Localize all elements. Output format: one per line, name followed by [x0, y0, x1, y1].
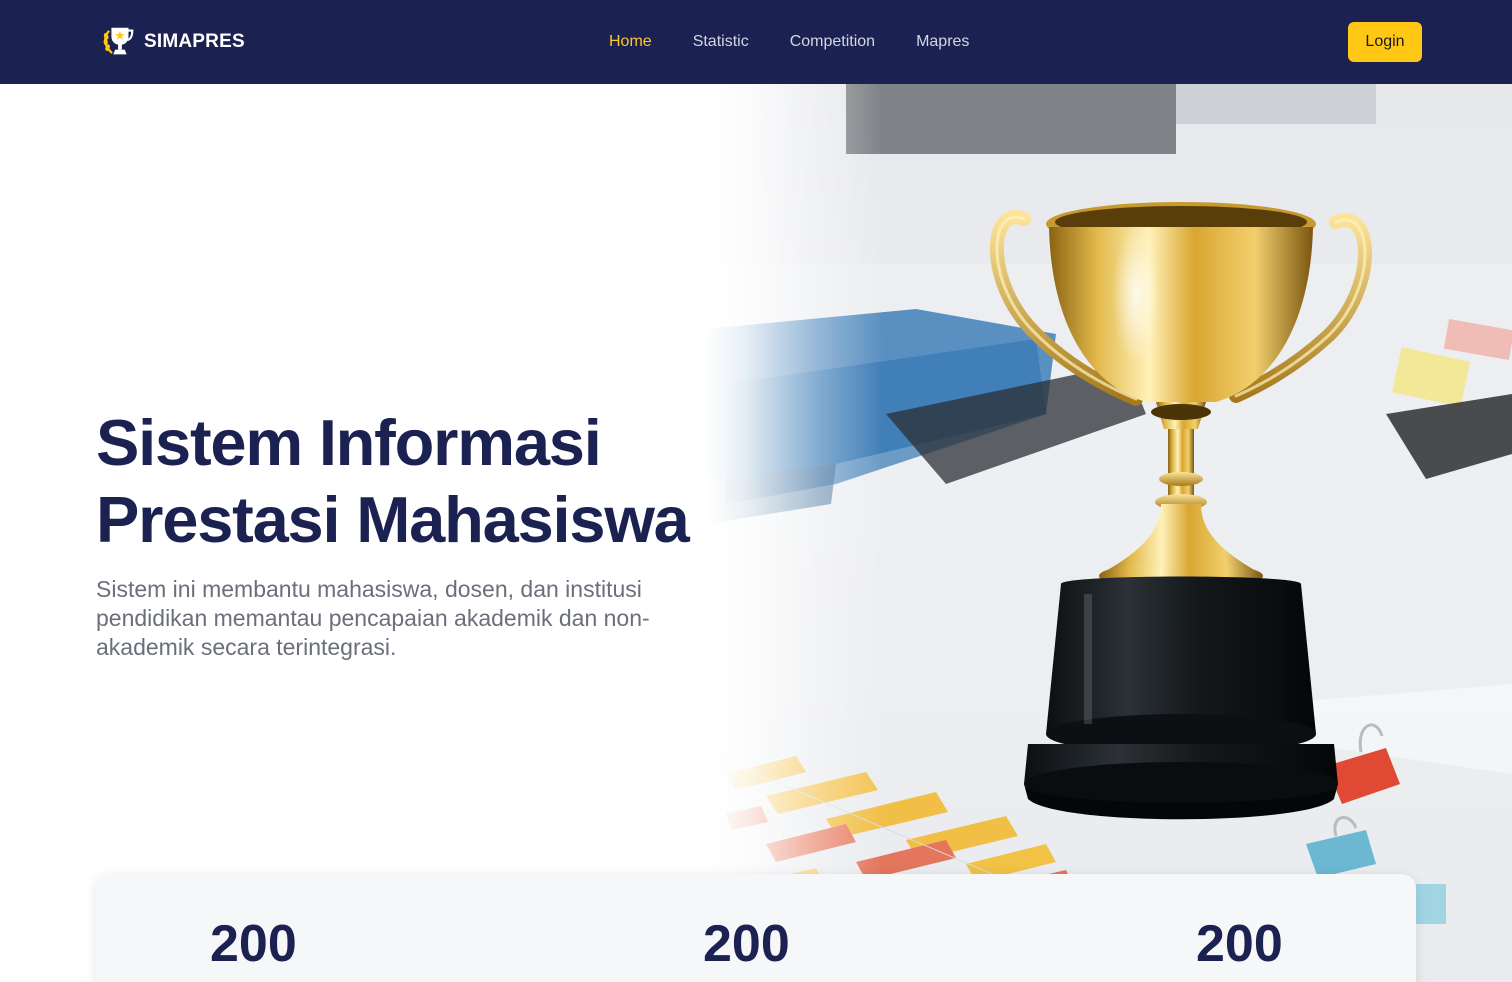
- main-nav: Home Statistic Competition Mapres: [609, 0, 1010, 84]
- stat-value-2: 200: [703, 915, 790, 973]
- nav-competition-link[interactable]: Competition: [790, 33, 875, 51]
- login-button[interactable]: Login: [1348, 22, 1422, 62]
- brand-name: SIMAPRES: [144, 31, 245, 52]
- nav-home-link[interactable]: Home: [609, 33, 652, 51]
- stats-card: 200 200 200: [96, 874, 1416, 982]
- stat-value-1: 200: [210, 915, 297, 973]
- trophy-laurel-icon: [103, 27, 134, 55]
- stat-value-3: 200: [1196, 915, 1283, 973]
- navbar: SIMAPRES Home Statistic Competition Mapr…: [0, 0, 1512, 84]
- nav-statistic-link[interactable]: Statistic: [693, 33, 749, 51]
- hero-title: Sistem Informasi Prestasi Mahasiswa: [96, 404, 736, 558]
- nav-mapres-link[interactable]: Mapres: [916, 33, 969, 51]
- hero-title-line-2: Prestasi Mahasiswa: [96, 483, 690, 556]
- hero-trophy-image: [706, 84, 1512, 982]
- brand-logo-link[interactable]: SIMAPRES: [100, 22, 245, 62]
- hero-description: Sistem ini membantu mahasiswa, dosen, da…: [96, 576, 650, 660]
- hero-title-line-1: Sistem Informasi: [96, 406, 602, 479]
- trophy-illustration: [706, 84, 1512, 982]
